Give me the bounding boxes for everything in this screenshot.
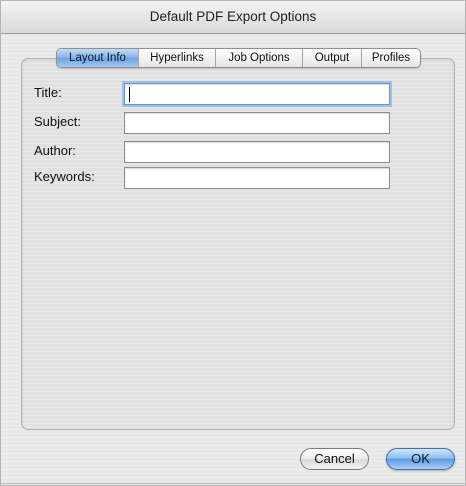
subject-field[interactable]: [124, 112, 390, 134]
subject-label: Subject:: [34, 114, 81, 129]
keywords-label: Keywords:: [34, 169, 95, 184]
pdf-export-options-dialog: Default PDF Export Options Layout Info H…: [0, 0, 466, 486]
tab-job-options[interactable]: Job Options: [216, 49, 303, 67]
tab-bar: Layout Info Hyperlinks Job Options Outpu…: [56, 48, 421, 68]
divider: [1, 483, 465, 484]
tab-layout-info[interactable]: Layout Info: [57, 49, 139, 67]
author-field[interactable]: [124, 141, 390, 163]
tab-profiles[interactable]: Profiles: [362, 49, 420, 67]
title-row: Title:: [34, 83, 394, 105]
tab-output[interactable]: Output: [303, 49, 362, 67]
subject-row: Subject:: [34, 112, 394, 134]
tab-hyperlinks[interactable]: Hyperlinks: [139, 49, 216, 67]
keywords-field[interactable]: [124, 167, 390, 189]
title-label: Title:: [34, 85, 62, 100]
author-row: Author:: [34, 141, 394, 163]
window-title: Default PDF Export Options: [1, 1, 465, 34]
title-field[interactable]: [124, 83, 390, 105]
text-caret: [129, 87, 130, 102]
cancel-button[interactable]: Cancel: [300, 448, 369, 470]
ok-button[interactable]: OK: [386, 448, 455, 470]
author-label: Author:: [34, 143, 76, 158]
keywords-row: Keywords:: [34, 167, 394, 189]
